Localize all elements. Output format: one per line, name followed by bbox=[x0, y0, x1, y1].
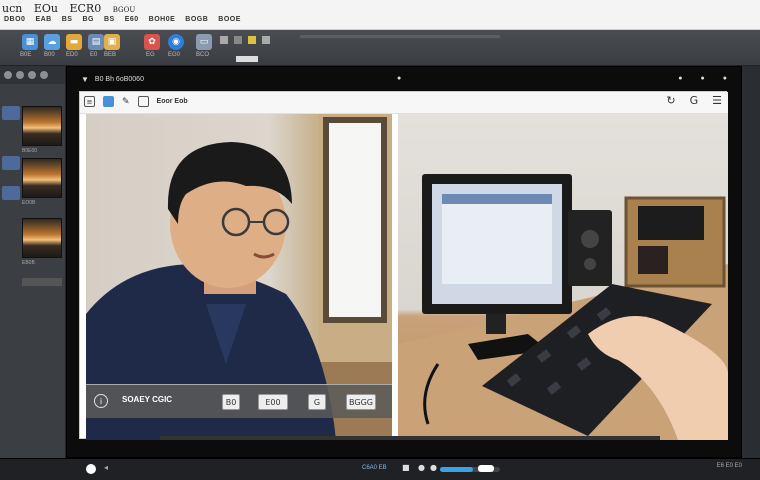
document-toolbar: ≡ ✎ Eoor Eob ↻ G ☰ bbox=[80, 92, 728, 114]
pin-icon[interactable]: ▼ bbox=[81, 75, 89, 84]
play-icon[interactable] bbox=[86, 464, 96, 474]
caption-button[interactable]: E00 bbox=[258, 394, 288, 410]
toolbar-mini-icons bbox=[220, 36, 270, 44]
media-panel: B0E00 EO0B EB0B bbox=[0, 66, 66, 466]
grid-icon[interactable]: ▤ bbox=[88, 34, 104, 50]
settings-icon[interactable]: ● bbox=[678, 75, 682, 82]
loop-icon[interactable]: ● bbox=[430, 463, 437, 472]
menu-item[interactable]: BOGB bbox=[185, 16, 208, 23]
menu-item[interactable]: BOOE bbox=[218, 16, 241, 23]
close-icon[interactable]: ● bbox=[723, 75, 727, 82]
menu-item[interactable]: BG bbox=[82, 16, 94, 23]
media-thumbnail[interactable] bbox=[22, 218, 62, 258]
toolbar-separator bbox=[236, 56, 258, 62]
mini-icon[interactable] bbox=[248, 36, 256, 44]
image-icon[interactable]: ▣ bbox=[104, 34, 120, 50]
document-canvas: ≡ ✎ Eoor Eob ↻ G ☰ i SOAEY CGIC B0 E00 G… bbox=[79, 91, 728, 440]
menu-item[interactable]: BS bbox=[104, 16, 115, 23]
menu-item[interactable]: BOH0E bbox=[149, 16, 176, 23]
status-text: E6 E0 E0 bbox=[716, 463, 742, 469]
timeline-slider[interactable] bbox=[300, 35, 500, 38]
toolbar-label: EG0 bbox=[168, 52, 181, 58]
record-icon[interactable]: ● bbox=[418, 463, 425, 472]
menu-item[interactable]: DBO0 bbox=[4, 16, 25, 23]
fullscreen-button[interactable] bbox=[478, 465, 494, 472]
caption-button[interactable]: BGGG bbox=[346, 394, 376, 410]
track-strip[interactable] bbox=[2, 186, 20, 200]
menu-icon[interactable]: ≡ bbox=[84, 96, 95, 107]
mini-icon[interactable] bbox=[262, 36, 270, 44]
caption-text: SOAEY CGIC bbox=[122, 395, 173, 404]
info-icon[interactable]: ● bbox=[701, 75, 705, 82]
title-word: ECR0 bbox=[69, 2, 102, 15]
panel-dot-icon[interactable] bbox=[28, 71, 36, 79]
frame-icon[interactable] bbox=[137, 96, 149, 107]
toolbar-label: ED0 bbox=[66, 52, 78, 58]
viewer-header: ▼ B0 Bh 6oB0060 ● ● ● ● bbox=[67, 67, 743, 91]
app-title: ucn EOu ECR0 BGOU bbox=[2, 2, 143, 15]
preview-viewer: ▼ B0 Bh 6oB0060 ● ● ● ● ≡ ✎ Eoor Eob ↻ G… bbox=[66, 66, 742, 458]
square-icon[interactable] bbox=[103, 96, 114, 107]
media-thumbnail[interactable] bbox=[22, 158, 62, 198]
rewind-icon[interactable]: ◂ bbox=[104, 463, 108, 472]
toolbar-label: B0E bbox=[20, 52, 32, 58]
panel-dot-icon[interactable] bbox=[40, 71, 48, 79]
menubar: ucn EOu ECR0 BGOU DBO0 EAB BS BG BS E60 … bbox=[0, 0, 760, 30]
photo-computer-desk bbox=[398, 114, 728, 440]
cloud-icon[interactable]: ☁ bbox=[44, 34, 60, 50]
refresh-icon[interactable]: ↻ bbox=[666, 94, 675, 107]
window-icon[interactable]: ▭ bbox=[196, 34, 212, 50]
desk-illustration bbox=[398, 174, 728, 440]
mini-icon[interactable] bbox=[234, 36, 242, 44]
g-icon[interactable]: G bbox=[690, 94, 699, 107]
title-word: BGOU bbox=[112, 6, 136, 14]
menu-item[interactable]: E60 bbox=[125, 16, 139, 23]
panel-dot-icon[interactable] bbox=[4, 71, 12, 79]
thumbnail-label: B0E00 bbox=[22, 148, 38, 154]
panel-dot-icon[interactable] bbox=[16, 71, 24, 79]
caption-bar: i SOAEY CGIC B0 E00 G BGGG bbox=[86, 384, 392, 418]
pen-icon[interactable]: ✎ bbox=[122, 97, 130, 107]
scrub-bar[interactable] bbox=[160, 436, 660, 440]
globe-icon[interactable]: ◉ bbox=[168, 34, 184, 50]
title-word: ucn bbox=[2, 2, 23, 15]
volume-fill bbox=[440, 467, 473, 472]
caption-button[interactable]: B0 bbox=[222, 394, 240, 410]
right-gutter bbox=[742, 66, 760, 466]
toolbar-label: B00 bbox=[44, 52, 55, 58]
document-toolbar-text: Eoor Eob bbox=[156, 98, 188, 105]
caption-button[interactable]: G bbox=[308, 394, 326, 410]
toolbar-label: BCO bbox=[196, 52, 210, 58]
thumbnail-label: EB0B bbox=[22, 260, 35, 266]
panel-header bbox=[0, 66, 65, 84]
viewer-title: B0 Bh 6oB0060 bbox=[94, 76, 144, 83]
toolbar-label: E0 bbox=[90, 52, 98, 58]
menu-item[interactable]: EAB bbox=[35, 16, 51, 23]
record-icon[interactable]: ● bbox=[397, 75, 401, 82]
toolbar-label: EG bbox=[146, 52, 155, 58]
info-icon[interactable]: i bbox=[94, 394, 108, 408]
timecode: C6A0 EB bbox=[362, 465, 387, 471]
list-icon[interactable]: ☰ bbox=[712, 94, 722, 107]
stop-icon[interactable]: ■ bbox=[402, 463, 410, 472]
media-thumbnail[interactable] bbox=[22, 106, 62, 146]
toolbar-label: BEB bbox=[104, 52, 117, 58]
photo-person: i SOAEY CGIC B0 E00 G BGGG bbox=[86, 114, 392, 440]
folder-icon[interactable]: ▬ bbox=[66, 34, 82, 50]
playback-bar: ◂ C6A0 EB ■ ● ● E6 E0 E0 bbox=[0, 458, 760, 480]
thumbnail-label: EO0B bbox=[22, 200, 36, 206]
track-strip[interactable] bbox=[2, 106, 20, 120]
mini-icon[interactable] bbox=[220, 36, 228, 44]
track-strip[interactable] bbox=[2, 156, 20, 170]
film-icon[interactable]: ▦ bbox=[22, 34, 38, 50]
title-word: EOu bbox=[33, 2, 58, 15]
menu-item[interactable]: BS bbox=[62, 16, 73, 23]
panel-divider bbox=[22, 278, 62, 286]
menu-list: DBO0 EAB BS BG BS E60 BOH0E BOGB BOOE bbox=[4, 16, 241, 23]
palette-icon[interactable]: ✿ bbox=[144, 34, 160, 50]
